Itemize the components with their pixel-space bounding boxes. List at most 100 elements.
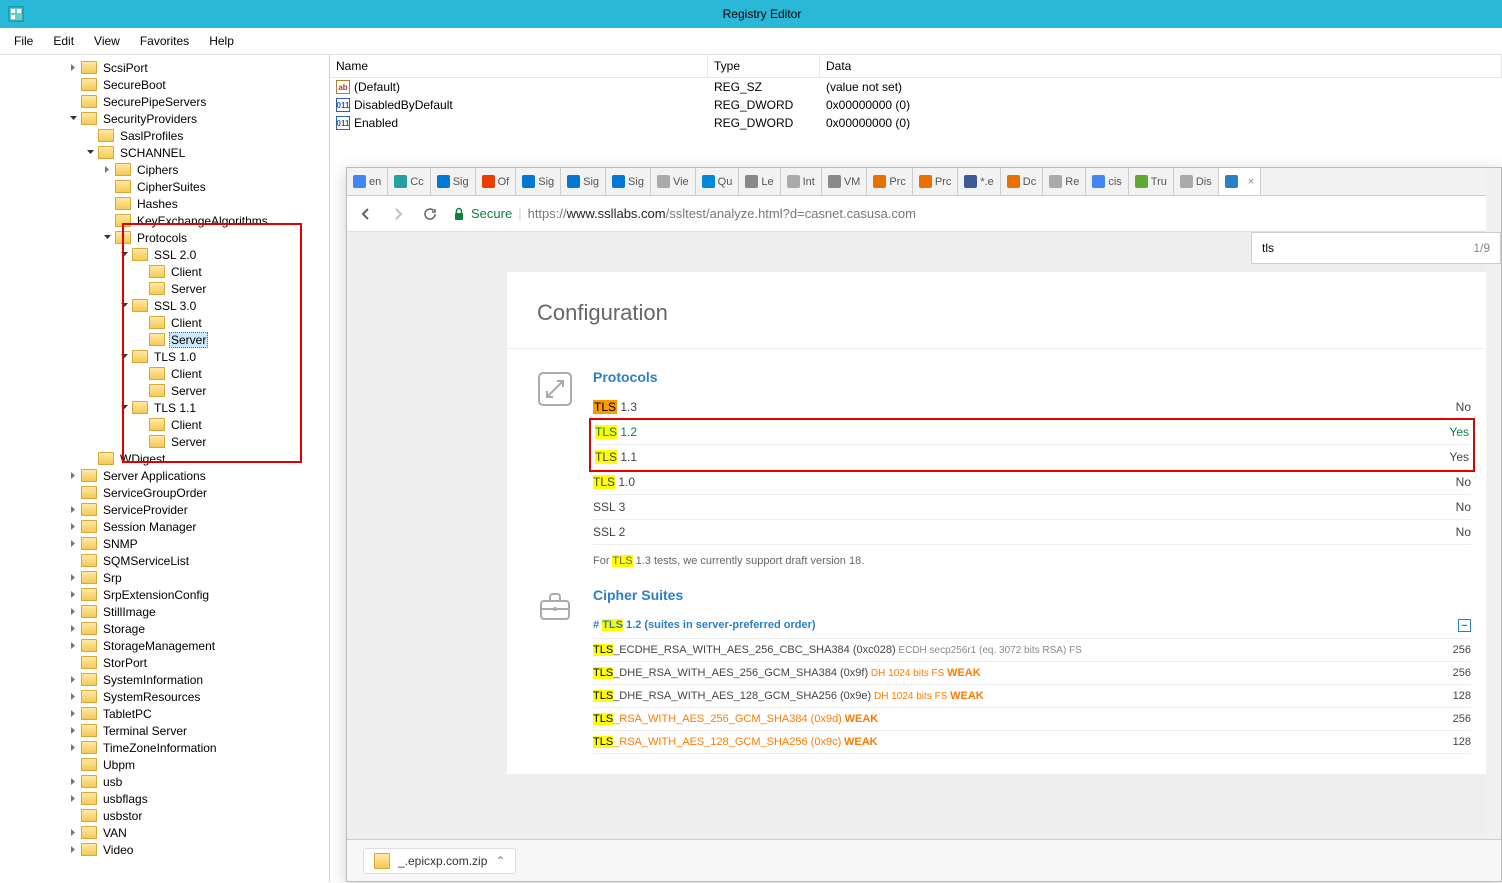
- tree-item[interactable]: ServiceGroupOrder: [0, 484, 329, 501]
- browser-tab[interactable]: Prc: [913, 168, 959, 195]
- browser-tab[interactable]: Int: [781, 168, 822, 195]
- collapse-icon[interactable]: [85, 147, 96, 158]
- tree-item[interactable]: Session Manager: [0, 518, 329, 535]
- tree-item[interactable]: Client: [0, 263, 329, 280]
- expand-icon[interactable]: [68, 504, 79, 515]
- expand-icon[interactable]: [68, 606, 79, 617]
- browser-tab[interactable]: en: [347, 168, 388, 195]
- browser-tab[interactable]: Cc: [388, 168, 430, 195]
- list-row[interactable]: ab(Default)REG_SZ(value not set): [330, 78, 1502, 96]
- tree-item[interactable]: SNMP: [0, 535, 329, 552]
- browser-tab[interactable]: Dis: [1174, 168, 1219, 195]
- expand-icon[interactable]: [68, 793, 79, 804]
- tree-item[interactable]: ServiceProvider: [0, 501, 329, 518]
- expand-icon[interactable]: [68, 691, 79, 702]
- expand-icon[interactable]: [68, 844, 79, 855]
- list-row[interactable]: 011DisabledByDefaultREG_DWORD0x00000000 …: [330, 96, 1502, 114]
- collapse-icon[interactable]: [102, 232, 113, 243]
- tree-item[interactable]: usb: [0, 773, 329, 790]
- collapse-icon[interactable]: [119, 300, 130, 311]
- col-data[interactable]: Data: [820, 55, 1502, 77]
- browser-tab[interactable]: Sig: [516, 168, 561, 195]
- tree-item[interactable]: Client: [0, 314, 329, 331]
- scrollbar[interactable]: [1486, 168, 1501, 839]
- expand-icon[interactable]: [68, 708, 79, 719]
- expand-icon[interactable]: [68, 589, 79, 600]
- tree-item[interactable]: Video: [0, 841, 329, 858]
- tree-item[interactable]: SecurityProviders: [0, 110, 329, 127]
- tree-item[interactable]: SSL 3.0: [0, 297, 329, 314]
- browser-tab[interactable]: cis: [1086, 168, 1128, 195]
- tree-item[interactable]: TabletPC: [0, 705, 329, 722]
- tree-item[interactable]: Client: [0, 416, 329, 433]
- tree-item[interactable]: usbstor: [0, 807, 329, 824]
- forward-button[interactable]: [389, 205, 407, 223]
- tree-item[interactable]: TLS 1.1: [0, 399, 329, 416]
- tree-item[interactable]: Storage: [0, 620, 329, 637]
- expand-icon[interactable]: [68, 640, 79, 651]
- browser-tab[interactable]: Tru: [1129, 168, 1174, 195]
- list-header[interactable]: Name Type Data: [330, 55, 1502, 78]
- col-name[interactable]: Name: [330, 55, 708, 77]
- find-input[interactable]: [1262, 241, 1473, 255]
- expand-icon[interactable]: [68, 470, 79, 481]
- browser-tab[interactable]: Re: [1043, 168, 1086, 195]
- browser-tab[interactable]: Qu: [696, 168, 740, 195]
- collapse-icon[interactable]: [119, 249, 130, 260]
- menu-favorites[interactable]: Favorites: [130, 30, 199, 52]
- expand-icon[interactable]: [68, 572, 79, 583]
- expand-icon[interactable]: [68, 538, 79, 549]
- tree-item[interactable]: StillImage: [0, 603, 329, 620]
- tree-item[interactable]: SystemInformation: [0, 671, 329, 688]
- expand-icon[interactable]: [68, 827, 79, 838]
- browser-tab[interactable]: Vie: [651, 168, 696, 195]
- menu-file[interactable]: File: [4, 30, 43, 52]
- browser-tab[interactable]: *.e: [958, 168, 1000, 195]
- tree-item[interactable]: Hashes: [0, 195, 329, 212]
- browser-tab[interactable]: Prc: [867, 168, 913, 195]
- tree-item[interactable]: WDigest: [0, 450, 329, 467]
- tree-item[interactable]: Client: [0, 365, 329, 382]
- back-button[interactable]: [357, 205, 375, 223]
- expand-icon[interactable]: [68, 623, 79, 634]
- tree-item[interactable]: usbflags: [0, 790, 329, 807]
- browser-tab[interactable]: Sig: [606, 168, 651, 195]
- browser-tab[interactable]: Le: [739, 168, 780, 195]
- tree-item[interactable]: CipherSuites: [0, 178, 329, 195]
- tree-item[interactable]: SrpExtensionConfig: [0, 586, 329, 603]
- browser-tab[interactable]: Sig: [561, 168, 606, 195]
- tree-item[interactable]: VAN: [0, 824, 329, 841]
- tree-item[interactable]: Ubpm: [0, 756, 329, 773]
- browser-tab[interactable]: Of: [476, 168, 517, 195]
- collapse-icon[interactable]: [119, 402, 130, 413]
- tree-item[interactable]: Srp: [0, 569, 329, 586]
- menubar[interactable]: FileEditViewFavoritesHelp: [0, 28, 1502, 55]
- tree-item[interactable]: SecureBoot: [0, 76, 329, 93]
- find-bar[interactable]: 1/9: [1251, 232, 1501, 264]
- tree-item[interactable]: TimeZoneInformation: [0, 739, 329, 756]
- tree-item[interactable]: Ciphers: [0, 161, 329, 178]
- browser-tab[interactable]: Sig: [431, 168, 476, 195]
- tree-item[interactable]: Protocols: [0, 229, 329, 246]
- list-row[interactable]: 011EnabledREG_DWORD0x00000000 (0): [330, 114, 1502, 132]
- expand-icon[interactable]: [102, 164, 113, 175]
- collapse-button[interactable]: −: [1458, 619, 1471, 632]
- registry-tree[interactable]: ScsiPortSecureBootSecurePipeServersSecur…: [0, 55, 330, 882]
- browser-tab[interactable]: ×: [1219, 168, 1261, 195]
- address-bar[interactable]: Secure | https://www.ssllabs.com/ssltest…: [453, 206, 916, 221]
- tree-item[interactable]: Server: [0, 331, 329, 348]
- close-icon[interactable]: ×: [1248, 176, 1254, 188]
- tree-item[interactable]: Server: [0, 433, 329, 450]
- browser-tab[interactable]: VM: [822, 168, 868, 195]
- tree-item[interactable]: SecurePipeServers: [0, 93, 329, 110]
- download-item[interactable]: _.epicxp.com.zip ⌃: [363, 848, 516, 874]
- browser-tabs[interactable]: enCcSigOfSigSigSigVieQuLeIntVMPrcPrc*.eD…: [347, 168, 1501, 196]
- tree-item[interactable]: Server: [0, 382, 329, 399]
- list-body[interactable]: ab(Default)REG_SZ(value not set)011Disab…: [330, 78, 1502, 132]
- tree-item[interactable]: Terminal Server: [0, 722, 329, 739]
- tree-item[interactable]: SCHANNEL: [0, 144, 329, 161]
- tree-item[interactable]: TLS 1.0: [0, 348, 329, 365]
- browser-content[interactable]: 1/9 Configuration Protocols TLS 1.3NoTLS…: [347, 232, 1501, 881]
- collapse-icon[interactable]: [68, 113, 79, 124]
- tree-item[interactable]: SQMServiceList: [0, 552, 329, 569]
